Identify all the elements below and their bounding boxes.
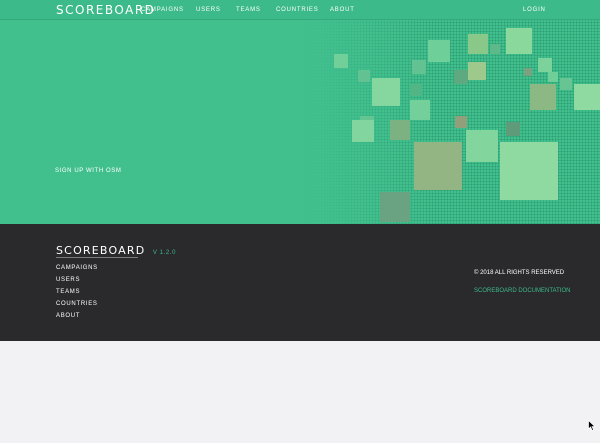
nav-about-link[interactable]: ABOUT — [330, 7, 355, 13]
decor-square — [500, 142, 558, 200]
decor-square — [352, 120, 374, 142]
footer-teams-link[interactable]: TEAMS — [56, 289, 80, 295]
footer-brand-name: SCOREBOARD — [56, 244, 146, 257]
decor-square — [548, 72, 558, 82]
decor-square — [372, 78, 400, 106]
decor-square — [530, 84, 556, 110]
decor-square — [358, 70, 370, 82]
version-label: V 1.2.0 — [152, 250, 177, 256]
login-button[interactable]: LOGIN — [523, 7, 546, 13]
decor-square — [468, 34, 488, 54]
decor-square — [414, 142, 462, 190]
decor-square — [410, 100, 430, 120]
nav-teams-link[interactable]: TEAMS — [236, 7, 261, 13]
sign-up-osm-link[interactable]: SIGN UP WITH OSM — [55, 168, 122, 174]
hero-section: SIGN UP WITH OSM — [0, 20, 600, 224]
site-footer: SCOREBOARD V 1.2.0 CAMPAIGNS USERS TEAMS… — [0, 224, 600, 341]
footer-campaigns-link[interactable]: CAMPAIGNS — [56, 265, 98, 271]
copyright-text: © 2018 ALL RIGHTS RESERVED — [474, 270, 565, 276]
footer-countries-link[interactable]: COUNTRIES — [56, 301, 98, 307]
decor-square — [506, 28, 532, 54]
top-nav-bar: SCOREBOARD CAMPAIGNS USERS TEAMS COUNTRI… — [0, 0, 600, 20]
nav-countries-link[interactable]: COUNTRIES — [276, 7, 319, 13]
decor-square — [455, 116, 467, 128]
nav-campaigns-link[interactable]: CAMPAIGNS — [141, 7, 184, 13]
decor-square — [428, 40, 450, 62]
decor-square — [506, 122, 520, 136]
decor-square — [524, 68, 532, 76]
decor-square — [538, 58, 552, 72]
mouse-cursor-icon — [588, 420, 596, 431]
footer-about-link[interactable]: ABOUT — [56, 313, 80, 319]
documentation-link[interactable]: SCOREBOARD DOCUMENTATION — [474, 288, 570, 294]
decor-square — [468, 62, 486, 80]
nav-users-link[interactable]: USERS — [196, 7, 221, 13]
decor-square — [490, 44, 500, 54]
decor-square — [410, 84, 422, 96]
decor-square — [454, 70, 468, 84]
decor-square — [466, 130, 498, 162]
footer-users-link[interactable]: USERS — [56, 277, 80, 283]
decor-square — [574, 84, 600, 110]
decor-square — [390, 120, 410, 140]
decor-square — [334, 54, 348, 68]
decor-square — [412, 60, 426, 74]
decor-square — [560, 78, 572, 90]
footer-divider — [56, 257, 138, 258]
decor-square — [380, 192, 410, 222]
